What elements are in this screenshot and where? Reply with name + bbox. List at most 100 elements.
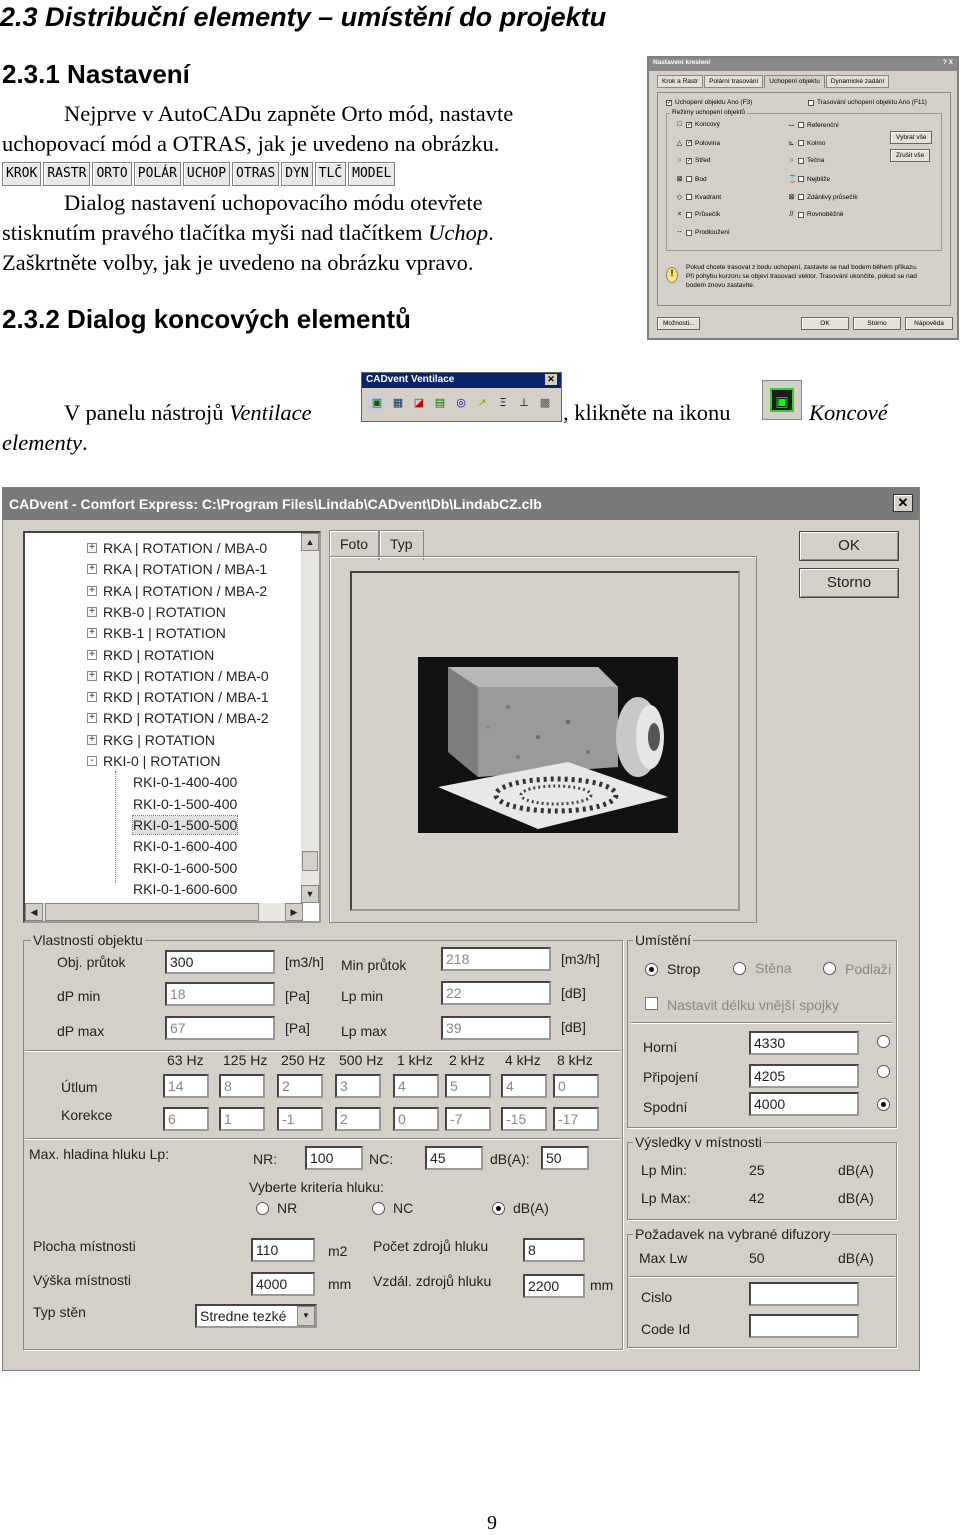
status-toggle[interactable]: TLČ (314, 162, 347, 186)
code-id-input[interactable] (749, 1314, 859, 1338)
tree-item[interactable]: RKD | ROTATION / MBA-2 (103, 709, 269, 727)
checkbox[interactable] (808, 99, 814, 106)
tree-item[interactable]: RKA | ROTATION / MBA-0 (103, 539, 267, 557)
connection-input[interactable]: 4205 (749, 1064, 859, 1088)
status-toggle[interactable]: KROK (2, 162, 42, 186)
room-area-input[interactable]: 110 (251, 1238, 315, 1262)
tree-item[interactable]: RKI-0-1-500-400 (133, 795, 237, 813)
tree-horizontal-scrollbar[interactable]: ◀ ▶ (25, 903, 303, 921)
checkbox[interactable] (798, 157, 804, 164)
area-icon[interactable]: ▤ (431, 394, 449, 412)
bottom-radio[interactable] (877, 1098, 890, 1111)
checkbox[interactable] (686, 176, 692, 182)
status-toggle[interactable]: UCHOP (182, 162, 231, 186)
checkbox[interactable]: ✓ (686, 140, 692, 146)
checkbox[interactable] (686, 211, 692, 218)
scroll-left-icon[interactable]: ◀ (25, 903, 43, 921)
scroll-right-icon[interactable]: ▶ (285, 903, 303, 921)
osnap-mode-row[interactable]: □ ✓ Koncový (676, 121, 720, 128)
level-icon[interactable]: ⊥ (515, 394, 533, 412)
status-toggle[interactable]: DYN (281, 162, 313, 186)
tree-item[interactable]: RKI-0-1-600-400 (133, 837, 237, 855)
expand-icon[interactable]: + (87, 734, 97, 745)
osnap-help-button[interactable]: Nápověda (905, 317, 953, 330)
status-toggle[interactable]: OTRAS (232, 162, 280, 186)
checkbox[interactable] (686, 194, 692, 200)
bottom-input[interactable]: 4000 (749, 1092, 859, 1116)
status-toggle[interactable]: POLÁR (133, 162, 181, 186)
tree-item[interactable]: RKB-0 | ROTATION (103, 603, 226, 621)
clear-all-button[interactable]: Zrušit vše (890, 149, 931, 162)
osnap-mode-row[interactable]: × Průsečík (676, 211, 720, 218)
criteria-nc-radio[interactable] (372, 1202, 385, 1215)
expand-icon[interactable]: + (87, 606, 97, 617)
expand-icon[interactable]: + (87, 649, 97, 660)
criteria-dba-radio[interactable] (492, 1202, 505, 1215)
collapse-icon[interactable]: - (87, 756, 97, 766)
criteria-nr-radio[interactable] (256, 1202, 269, 1215)
tree-item[interactable]: RKI-0-1-500-500 (131, 814, 239, 835)
osnap-mode-row[interactable]: ○ ✓ Střed (676, 157, 710, 164)
close-icon[interactable]: ✕ (545, 374, 557, 385)
osnap-ok-button[interactable]: OK (801, 317, 849, 330)
tree-item[interactable]: RKI-0-1-600-500 (133, 859, 237, 877)
tree-item[interactable]: RKD | ROTATION / MBA-0 (103, 667, 269, 685)
osnap-mode-row[interactable]: ⌛ Nejbliže (788, 175, 830, 184)
scroll-down-icon[interactable]: ▼ (301, 885, 319, 903)
osnap-tab[interactable]: Krok a Rastr (657, 75, 704, 88)
dba-input[interactable]: 50 (541, 1146, 589, 1170)
placement-ceiling-radio[interactable] (645, 963, 658, 976)
tree-item[interactable]: RKI-0-1-600-600 (133, 880, 237, 898)
grid-icon[interactable]: ▦ (389, 394, 407, 412)
tag-icon[interactable]: Ξ (494, 394, 512, 412)
product-tree[interactable]: ▲ ▼ ◀ ▶ + RKA | ROTATION / MBA-0 + RKA | RO… (23, 531, 321, 923)
tree-item[interactable]: RKA | ROTATION / MBA-1 (103, 560, 267, 578)
osnap-track-row[interactable]: Trasování uchopení objektu Ano (F11) (808, 99, 927, 106)
checkbox[interactable] (686, 229, 692, 236)
osnap-mode-row[interactable]: ⌴ Referenční (788, 121, 839, 129)
tree-item[interactable]: RKD | ROTATION (103, 646, 214, 664)
checkbox[interactable] (798, 122, 804, 128)
flow-input[interactable]: 300 (165, 950, 275, 974)
osnap-mode-row[interactable]: ○ Tečna (788, 157, 824, 164)
scroll-thumb[interactable] (45, 903, 259, 921)
expand-icon[interactable]: + (87, 692, 97, 703)
checkbox[interactable]: ✓ (666, 99, 672, 106)
top-radio[interactable] (877, 1035, 890, 1048)
tree-vertical-scrollbar[interactable]: ▲ ▼ (301, 533, 319, 903)
circle-icon[interactable]: ◎ (452, 394, 470, 412)
ok-button[interactable]: OK (799, 531, 899, 561)
status-toggle[interactable]: ORTO (92, 162, 132, 186)
chevron-down-icon[interactable]: ▼ (297, 1306, 315, 1326)
osnap-mode-row[interactable]: ⊾ Kolmo (788, 139, 826, 148)
osnap-tab[interactable]: Dynamické zadání (825, 75, 890, 88)
osnap-mode-row[interactable]: -- Prodloužení (676, 229, 730, 236)
checkbox[interactable] (798, 194, 804, 200)
cancel-button[interactable]: Storno (799, 568, 899, 598)
connection-radio[interactable] (877, 1065, 890, 1078)
expand-icon[interactable]: + (87, 713, 97, 724)
osnap-tab[interactable]: Polární trasování (704, 75, 764, 88)
expand-icon[interactable]: + (87, 543, 97, 553)
checkbox[interactable] (798, 140, 804, 146)
tree-item[interactable]: RKB-1 | ROTATION (103, 624, 226, 642)
checkbox[interactable]: ✓ (686, 157, 692, 164)
checkbox[interactable] (798, 211, 804, 218)
tree-item[interactable]: RKA | ROTATION / MBA-2 (103, 582, 267, 600)
terminal-elements-icon[interactable]: ▣ (762, 380, 802, 420)
osnap-cancel-button[interactable]: Storno (853, 317, 901, 330)
tree-item[interactable]: RKG | ROTATION (103, 731, 215, 749)
tree-item[interactable]: RKD | ROTATION / MBA-1 (103, 688, 269, 706)
scroll-thumb[interactable] (302, 851, 318, 871)
link-icon[interactable]: ↗ (473, 394, 491, 412)
expand-icon[interactable]: + (87, 564, 97, 575)
select-all-button[interactable]: Vybrat vše (890, 131, 933, 144)
room-height-input[interactable]: 4000 (251, 1272, 315, 1296)
status-toggle[interactable]: RASTR (43, 162, 91, 186)
status-toggle[interactable]: MODEL (348, 162, 396, 186)
osnap-mode-row[interactable]: // Rovnoběžně (788, 211, 844, 218)
sources-count-input[interactable]: 8 (523, 1238, 585, 1262)
sources-distance-input[interactable]: 2200 (523, 1274, 585, 1298)
checkbox[interactable] (798, 176, 804, 182)
options-button[interactable]: Možnosti... (657, 317, 701, 330)
